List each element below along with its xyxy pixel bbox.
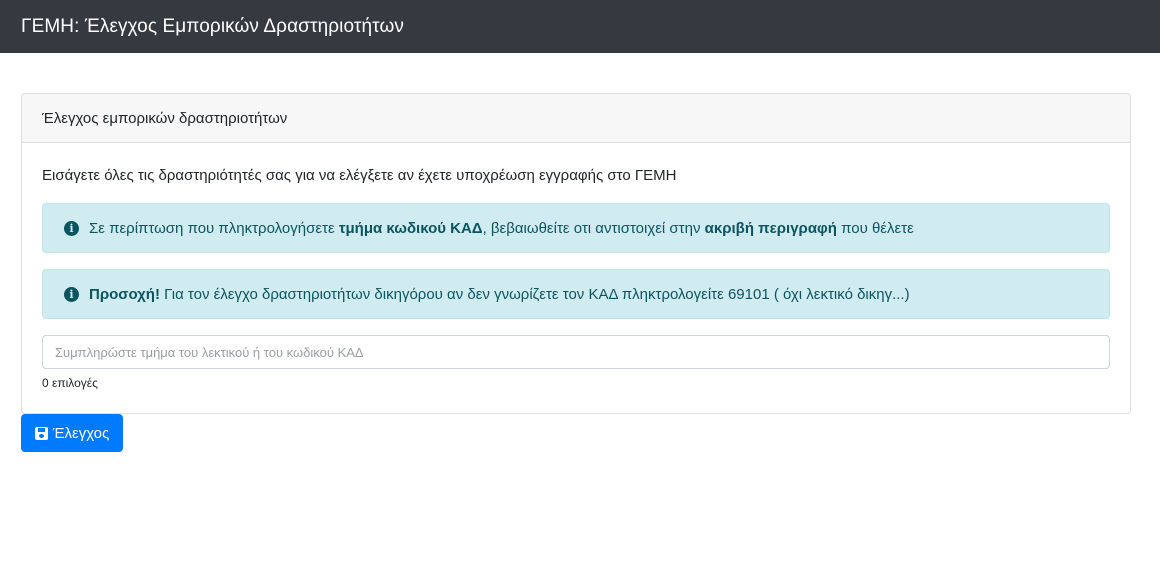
lawyer-warning-alert: i Προσοχή! Για τον έλεγχο δραστηριοτήτων… [42,269,1110,319]
top-navbar: ΓΕΜΗ: Έλεγχος Εμπορικών Δραστηριοτήτων [0,0,1160,53]
alert-text: Σε περίπτωση που πληκτρολογήσετε τμήμα κ… [89,219,914,237]
save-icon [34,426,48,440]
intro-text: Εισάγετε όλες τις δραστηριότητές σας για… [42,167,677,184]
info-circle-icon: i [64,220,79,236]
card-header: Έλεγχος εμπορικών δραστηριοτήτων [22,94,1130,143]
options-count: 0 επιλογές [42,376,98,390]
activity-check-card: Έλεγχος εμπορικών δραστηριοτήτων Εισάγετ… [21,93,1131,414]
check-button-label: Έλεγχος [52,424,110,442]
info-circle-icon: i [64,286,79,302]
kad-search-input[interactable] [42,335,1110,369]
check-button[interactable]: Έλεγχος [21,414,123,452]
navbar-brand[interactable]: ΓΕΜΗ: Έλεγχος Εμπορικών Δραστηριοτήτων [21,16,404,38]
alert-text: Προσοχή! Για τον έλεγχο δραστηριοτήτων δ… [89,285,910,303]
kad-hint-alert: i Σε περίπτωση που πληκτρολογήσετε τμήμα… [42,203,1110,253]
